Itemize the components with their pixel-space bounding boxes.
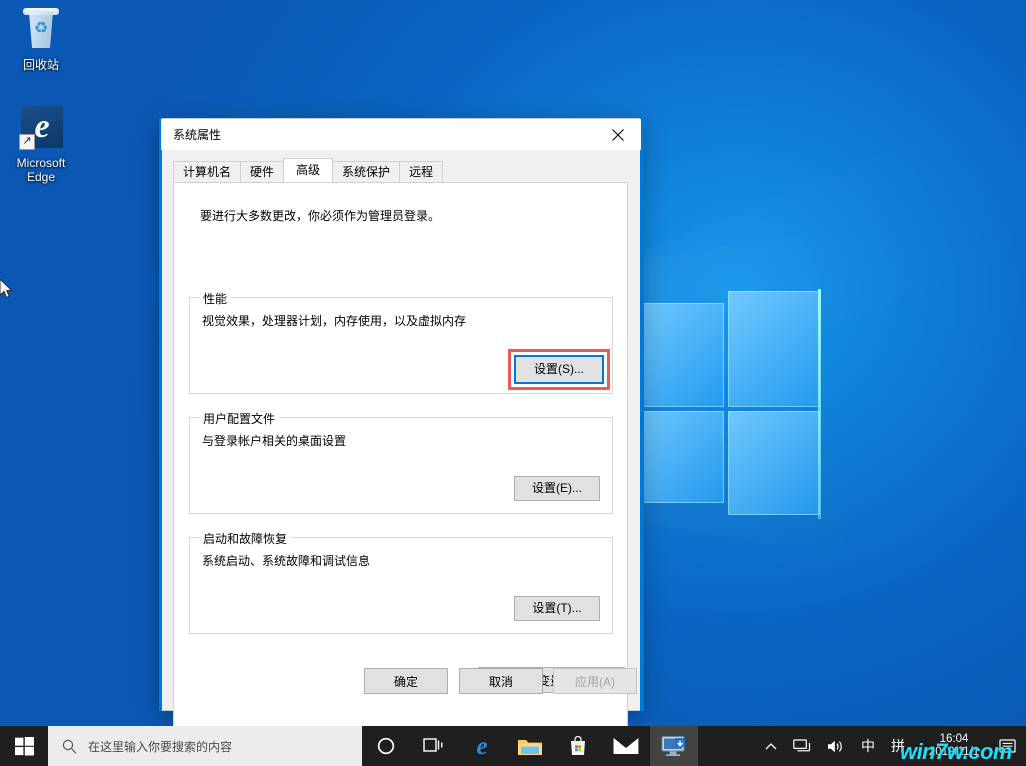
tab-remote[interactable]: 远程 [399, 161, 443, 182]
cancel-button[interactable]: 取消 [459, 668, 543, 694]
tab-system-protection[interactable]: 系统保护 [332, 161, 400, 182]
edge-icon[interactable]: e [458, 726, 506, 766]
search-icon [62, 739, 77, 754]
startup-recovery-group: 启动和故障恢复 系统启动、系统故障和调试信息 设置(T)... [189, 537, 613, 634]
performance-description: 视觉效果，处理器计划，内存使用，以及虚拟内存 [202, 312, 466, 329]
system-tray: 中 拼 16:04 2019/11/1 [757, 726, 1026, 766]
tab-computer-name[interactable]: 计算机名 [173, 161, 241, 182]
envelope-icon [613, 737, 639, 755]
show-hidden-icons-button[interactable] [757, 726, 785, 766]
ime-pinyin-indicator[interactable]: 拼 [883, 726, 913, 766]
windows-logo-wallpaper [636, 285, 826, 525]
performance-group: 性能 视觉效果，处理器计划，内存使用，以及虚拟内存 设置(S)... [189, 297, 613, 394]
dialog-titlebar[interactable]: 系统属性 [161, 119, 641, 150]
close-icon [612, 129, 624, 141]
dialog-title: 系统属性 [173, 126, 221, 143]
mail-icon[interactable] [602, 726, 650, 766]
system-properties-dialog[interactable]: 系统属性 计算机名 硬件 高级 系统保护 远程 要进行大多数更改，你必须作为管理… [160, 118, 642, 711]
window-accent-border [640, 118, 644, 711]
file-explorer-icon[interactable] [506, 726, 554, 766]
desktop-icon-label: Microsoft Edge [17, 156, 66, 184]
tab-advanced[interactable]: 高级 [283, 158, 333, 182]
network-status-button[interactable] [785, 726, 819, 766]
system-properties-taskbar-icon[interactable] [650, 726, 698, 766]
edge-icon: e ↗ [17, 104, 65, 152]
start-button[interactable] [0, 726, 48, 766]
recycle-bin-icon: ♻ [17, 6, 65, 54]
notification-center-button[interactable] [993, 739, 1026, 754]
admin-requirement-note: 要进行大多数更改，你必须作为管理员登录。 [200, 207, 440, 224]
close-button[interactable] [595, 119, 641, 150]
user-profiles-group-title: 用户配置文件 [199, 410, 279, 427]
startup-recovery-description: 系统启动、系统故障和调试信息 [202, 552, 370, 569]
user-profiles-description: 与登录帐户相关的桌面设置 [202, 432, 346, 449]
search-placeholder: 在这里输入你要搜索的内容 [88, 738, 232, 755]
user-profiles-settings-button[interactable]: 设置(E)... [514, 476, 600, 501]
startup-recovery-settings-button[interactable]: 设置(T)... [514, 596, 600, 621]
folder-icon [517, 736, 543, 757]
clock[interactable]: 16:04 2019/11/1 [913, 726, 993, 766]
task-view-glyph-icon [423, 737, 445, 755]
microsoft-store-icon[interactable] [554, 726, 602, 766]
store-bag-icon [567, 735, 589, 757]
performance-group-title: 性能 [199, 290, 231, 307]
computer-monitor-icon [661, 735, 687, 757]
volume-icon [827, 739, 845, 754]
desktop-icon-microsoft-edge[interactable]: e ↗ Microsoft Edge [2, 104, 80, 184]
taskbar: 在这里输入你要搜索的内容 e [0, 726, 1026, 766]
shortcut-arrow-icon: ↗ [19, 134, 35, 150]
network-icon [793, 739, 811, 754]
search-input[interactable]: 在这里输入你要搜索的内容 [48, 726, 362, 766]
notification-icon [999, 739, 1016, 754]
cortana-icon[interactable] [362, 726, 410, 766]
cortana-circle-icon [377, 737, 395, 755]
clock-time: 16:04 [923, 733, 985, 746]
task-view-icon[interactable] [410, 726, 458, 766]
tab-hardware[interactable]: 硬件 [240, 161, 284, 182]
user-profiles-group: 用户配置文件 与登录帐户相关的桌面设置 设置(E)... [189, 417, 613, 514]
chevron-up-icon [765, 742, 777, 751]
screen: ♻ 回收站 e ↗ Microsoft Edge 系统属性 [0, 0, 1026, 766]
ok-button[interactable]: 确定 [364, 668, 448, 694]
performance-settings-button[interactable]: 设置(S)... [514, 355, 604, 384]
desktop-icon-recycle-bin[interactable]: ♻ 回收站 [2, 6, 80, 72]
clock-date: 2019/11/1 [923, 746, 985, 759]
desktop-icon-label: 回收站 [23, 58, 59, 72]
startup-recovery-group-title: 启动和故障恢复 [199, 530, 291, 547]
ime-mode-indicator[interactable]: 中 [853, 726, 883, 766]
mouse-cursor [0, 279, 14, 299]
tab-strip[interactable]: 计算机名 硬件 高级 系统保护 远程 [173, 159, 641, 182]
edge-e-glyph: e [476, 734, 487, 759]
window-accent-border [159, 118, 162, 711]
apply-button[interactable]: 应用(A) [553, 668, 637, 694]
windows-logo-icon [15, 737, 34, 756]
dialog-footer: 确定 取消 应用(A) [161, 658, 641, 710]
volume-button[interactable] [819, 726, 853, 766]
